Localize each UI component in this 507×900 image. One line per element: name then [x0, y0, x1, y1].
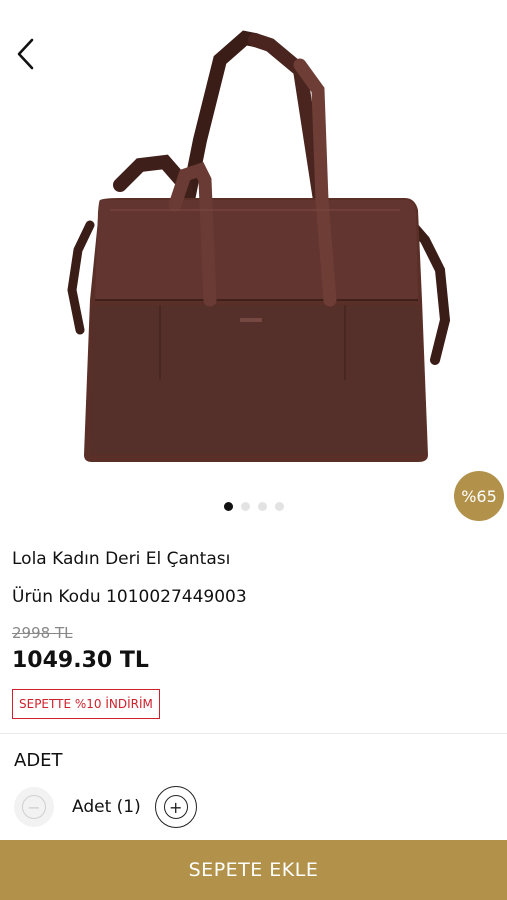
promo-badge: SEPETTE %10 İNDİRİM [12, 689, 160, 719]
product-image[interactable] [0, 0, 507, 495]
back-button[interactable] [12, 36, 42, 72]
add-to-cart-button[interactable]: SEPETE EKLE [0, 840, 507, 900]
quantity-stepper: − Adet (1) + [14, 786, 197, 828]
decrease-quantity-button[interactable]: − [14, 787, 54, 827]
increase-quantity-button[interactable]: + [154, 786, 197, 828]
image-pagination [0, 502, 507, 511]
minus-icon: − [22, 795, 46, 819]
quantity-label: Adet (1) [72, 797, 141, 817]
chevron-left-icon [17, 38, 34, 70]
product-code: Ürün Kodu 1010027449003 [12, 587, 247, 607]
pagination-dot[interactable] [240, 502, 250, 511]
pagination-dot[interactable] [223, 502, 233, 511]
plus-icon: + [163, 795, 188, 819]
current-price: 1049.30 TL [12, 648, 149, 673]
old-price: 2998 TL [12, 624, 73, 642]
product-name: Lola Kadın Deri El Çantası [12, 549, 231, 569]
divider [0, 733, 507, 734]
pagination-dot[interactable] [257, 502, 267, 511]
quantity-title: ADET [14, 750, 63, 771]
discount-badge: %65 [454, 471, 504, 521]
pagination-dot[interactable] [274, 502, 284, 511]
